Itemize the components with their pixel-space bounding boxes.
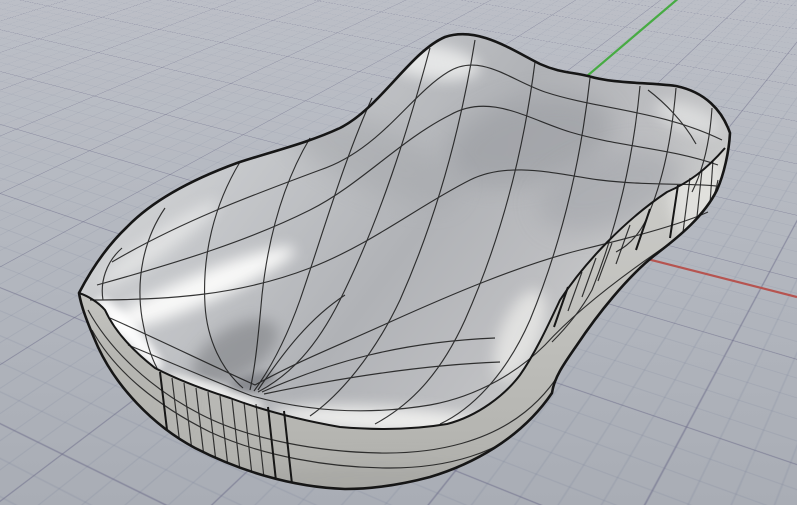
freeform-shaded-solid[interactable]	[60, 34, 730, 505]
perspective-viewport[interactable]	[0, 0, 797, 505]
scene-overlay	[0, 0, 797, 505]
